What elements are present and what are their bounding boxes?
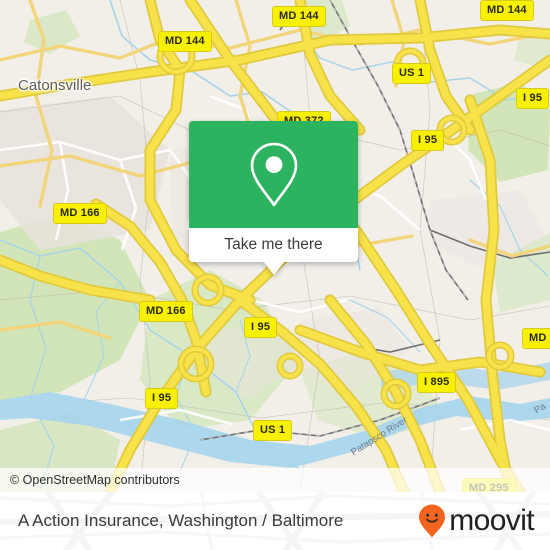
take-me-there-label: Take me there <box>224 236 323 253</box>
road-shield-md-166-lower[interactable]: MD 166 <box>139 301 193 322</box>
attribution-text: © OpenStreetMap contributors <box>10 473 180 487</box>
moovit-wordmark: moovit <box>449 504 534 537</box>
map-canvas[interactable]: Catonsville Patapsco River Pa MD 144 MD … <box>0 0 550 492</box>
road-shield-us-1-top[interactable]: US 1 <box>392 63 432 84</box>
map-attribution[interactable]: © OpenStreetMap contributors <box>0 468 550 492</box>
location-callout-card[interactable]: Take me there <box>189 121 358 275</box>
moovit-brand[interactable]: moovit <box>417 503 535 539</box>
callout-header <box>189 121 358 228</box>
map-label-catonsville: Catonsville <box>18 77 92 94</box>
road-shield-md-144-left[interactable]: MD 144 <box>158 31 212 52</box>
moovit-map-screenshot: Catonsville Patapsco River Pa MD 144 MD … <box>0 0 550 550</box>
callout-action-bar[interactable]: Take me there <box>189 228 358 262</box>
road-shield-us-1-bottom[interactable]: US 1 <box>253 420 293 441</box>
road-shield-i-95-center[interactable]: I 95 <box>244 317 278 338</box>
moovit-smiley-pin-icon <box>419 504 446 538</box>
road-shield-md-166-upper[interactable]: MD 166 <box>53 203 107 224</box>
road-shield-i-95-right[interactable]: I 95 <box>411 130 445 151</box>
road-shield-md-29-right[interactable]: MD 29 <box>522 328 550 349</box>
callout-pointer <box>262 261 285 275</box>
road-shield-md-144-top[interactable]: MD 144 <box>272 6 326 27</box>
road-shield-i-95-bottomleft[interactable]: I 95 <box>145 388 179 409</box>
footer-bar: A Action Insurance, Washington / Baltimo… <box>0 492 550 550</box>
road-shield-i-95-topright[interactable]: I 95 <box>516 88 550 109</box>
road-shield-md-144-topright[interactable]: MD 144 <box>480 0 534 21</box>
place-title: A Action Insurance, Washington / Baltimo… <box>18 511 344 530</box>
map-pin-icon <box>250 142 297 206</box>
road-shield-i-895[interactable]: I 895 <box>417 372 457 393</box>
